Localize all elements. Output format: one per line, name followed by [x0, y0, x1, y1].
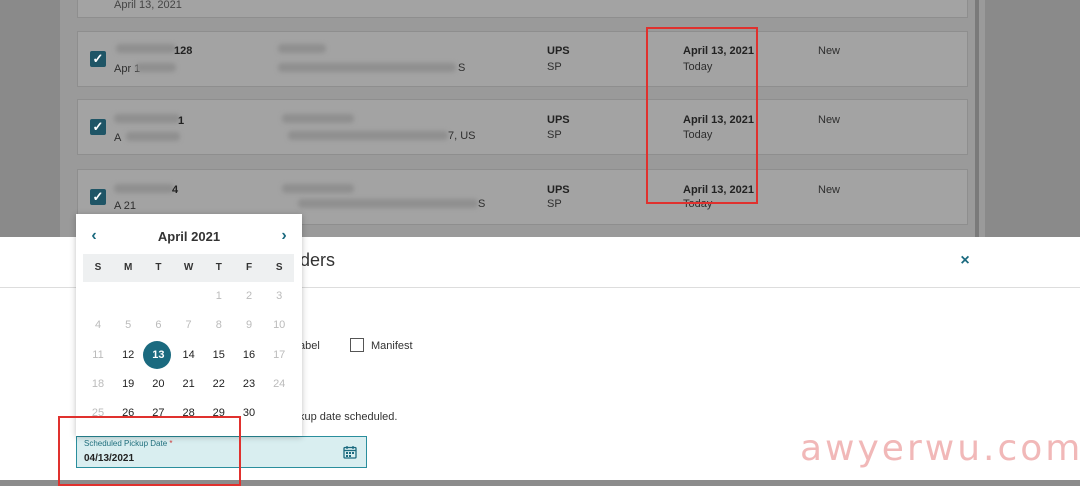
- redacted-address: [298, 199, 478, 208]
- address-tail: S: [478, 198, 486, 210]
- pickup-info-text: kup date scheduled.: [299, 411, 398, 423]
- order-row[interactable]: ✓ 1 A 7, US UPS SP April 13, 2021 Today …: [77, 99, 968, 155]
- weekday-label: S: [94, 262, 102, 273]
- selected-day[interactable]: 13: [143, 340, 173, 369]
- weekday-label: W: [183, 262, 194, 273]
- highlight-ship-dates: [646, 27, 758, 204]
- weekday-label: M: [124, 262, 133, 273]
- redacted-order-date: [136, 63, 176, 72]
- calendar-day: 17: [273, 348, 286, 361]
- calendar-day: 10: [273, 319, 286, 332]
- row-select-checkbox[interactable]: ✓: [90, 189, 106, 205]
- carrier: UPS: [547, 114, 570, 126]
- order-id: 128: [174, 45, 193, 57]
- order-row[interactable]: ✓ 128 Apr 1 S UPS SP April 13, 2021 Toda…: [77, 31, 968, 87]
- redacted-address: [278, 63, 456, 72]
- highlight-pickup-date: [58, 416, 241, 486]
- watermark: awyerwu.com: [800, 428, 1080, 469]
- calendar-day[interactable]: 19: [113, 371, 143, 397]
- calendar-day[interactable]: 12: [113, 342, 143, 368]
- service: SP: [547, 61, 562, 73]
- order-date: April 13, 2021: [114, 0, 182, 11]
- carrier: UPS: [547, 45, 570, 57]
- address-tail: S: [458, 62, 466, 74]
- service: SP: [547, 198, 562, 210]
- redacted-order-date: [126, 132, 180, 141]
- manifest-checkbox[interactable]: [350, 338, 364, 352]
- calendar-day[interactable]: 14: [174, 342, 204, 368]
- calendar-day: 8: [215, 319, 222, 332]
- weekday-label: F: [245, 262, 253, 273]
- order-id: 1: [178, 115, 185, 127]
- calendar-icon[interactable]: [343, 445, 357, 459]
- redacted-customer: [278, 44, 326, 53]
- modal-title: ders: [300, 250, 336, 270]
- order-row-partial: April 13, 2021: [77, 0, 968, 18]
- redacted-customer: [282, 184, 354, 193]
- service: SP: [547, 129, 562, 141]
- calendar-day[interactable]: 15: [204, 342, 234, 368]
- redacted-order-id: [114, 184, 174, 193]
- calendar-day[interactable]: 21: [174, 371, 204, 397]
- redacted-order-id: [114, 114, 180, 123]
- calendar-day: 2: [245, 290, 253, 302]
- datepicker-popup: ‹ April 2021 › SMTWTFS 1 2 3 4 5 6 7 8 9 10 11 12 13…: [76, 214, 302, 436]
- order-date: A: [114, 132, 122, 144]
- redacted-order-id: [116, 44, 176, 53]
- weekday-header: SMTWTFS: [83, 254, 294, 282]
- weekday-label: S: [275, 262, 283, 273]
- order-id: 4: [172, 184, 179, 196]
- status-badge: New: [818, 114, 841, 126]
- calendar-day: 9: [245, 319, 253, 332]
- redacted-address: [288, 131, 448, 140]
- status-badge: New: [818, 45, 841, 57]
- calendar-day[interactable]: 23: [234, 371, 264, 397]
- calendar-day[interactable]: 22: [204, 371, 234, 397]
- row-select-checkbox[interactable]: ✓: [90, 119, 106, 135]
- calendar-day: 1: [215, 290, 222, 302]
- datepicker-month-title: April 2021: [157, 229, 221, 244]
- manifest-label: Manifest: [371, 340, 413, 352]
- carrier: UPS: [547, 184, 570, 196]
- status-badge: New: [818, 184, 841, 196]
- address-tail: 7, US: [448, 130, 476, 142]
- calendar-day[interactable]: 16: [234, 342, 264, 368]
- redacted-customer: [282, 114, 354, 123]
- calendar-day: 24: [273, 377, 286, 390]
- row-select-checkbox[interactable]: ✓: [90, 51, 106, 67]
- orders-page-backdrop: April 13, 2021 ✓ 128 Apr 1 S UPS SP Apri…: [0, 0, 1080, 237]
- close-icon[interactable]: ×: [955, 250, 975, 272]
- weekday-label: T: [155, 262, 162, 273]
- calendar-day: 6: [155, 319, 162, 332]
- page-scrollbar[interactable]: [975, 0, 979, 237]
- calendar-day: 5: [125, 319, 132, 332]
- calendar-day: 4: [94, 319, 102, 332]
- label-option-text: abel: [299, 340, 320, 352]
- chevron-right-icon[interactable]: ›: [276, 228, 292, 244]
- calendar-day: 7: [185, 319, 192, 332]
- calendar-day: 11: [92, 348, 104, 361]
- weekday-label: T: [215, 262, 222, 273]
- calendar-day: 3: [276, 290, 283, 302]
- order-date: A 21: [114, 200, 137, 212]
- calendar-day: 18: [91, 377, 105, 390]
- calendar-day[interactable]: 20: [143, 371, 173, 397]
